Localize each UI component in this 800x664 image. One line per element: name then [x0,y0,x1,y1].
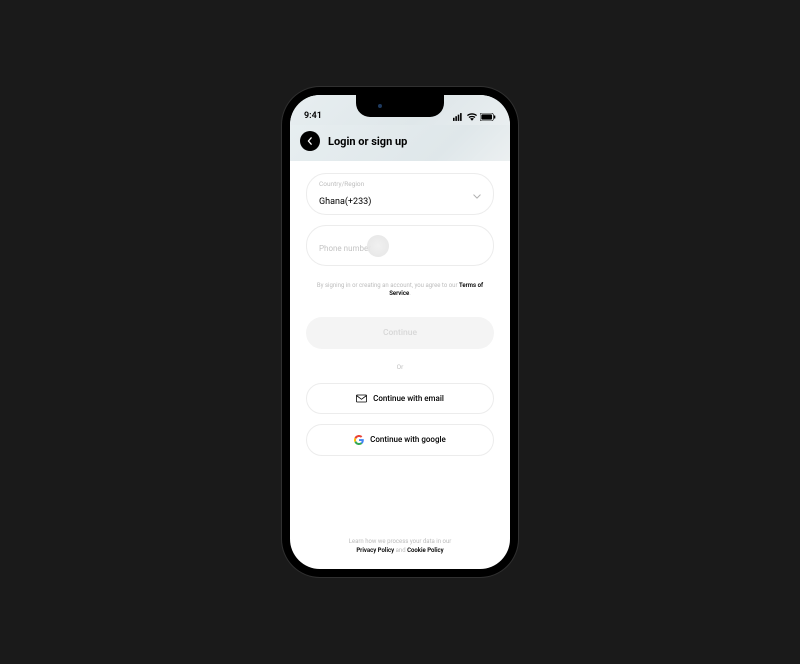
status-right [453,113,496,121]
footer-and: and [394,547,407,554]
continue-google-button[interactable]: Continue with google [306,424,494,456]
phone-placeholder: Phone number [319,244,371,253]
back-button[interactable] [300,131,320,151]
privacy-link[interactable]: Privacy Policy [356,547,394,554]
footer-legal: Learn how we process your data in our Pr… [306,537,494,569]
continue-email-button[interactable]: Continue with email [306,383,494,414]
tos-pre: By signing in or creating an account, yo… [317,282,459,289]
header: Login or sign up [290,125,510,161]
country-select[interactable]: Country/Region Ghana(+233) [306,173,494,215]
chevron-left-icon [306,137,314,145]
continue-google-label: Continue with google [370,435,446,444]
continue-button[interactable]: Continue [306,317,494,349]
or-divider: Or [306,363,494,371]
clock: 9:41 [304,111,322,121]
notch [356,95,444,117]
chevron-down-icon [473,185,481,204]
signal-icon [453,113,464,121]
country-value: Ghana(+233) [319,197,371,207]
battery-icon [480,113,496,121]
content: Country/Region Ghana(+233) Phone number … [290,161,510,569]
continue-email-label: Continue with email [373,394,444,403]
google-icon [354,435,364,445]
email-icon [356,394,367,403]
tos-suffix: . [409,290,411,297]
cookie-link[interactable]: Cookie Policy [407,547,444,554]
wifi-icon [467,113,477,121]
camera-dot [378,104,382,108]
tos-text: By signing in or creating an account, yo… [306,282,494,299]
page-title: Login or sign up [328,135,407,148]
phone-input[interactable]: Phone number [306,225,494,266]
touch-indicator [367,235,389,257]
country-label: Country/Region [319,180,481,188]
phone-screen: 9:41 Login or sign up Country/Region Gha… [290,95,510,569]
footer-pre: Learn how we process your data in our [306,537,494,546]
phone-frame: 9:41 Login or sign up Country/Region Gha… [282,87,518,577]
